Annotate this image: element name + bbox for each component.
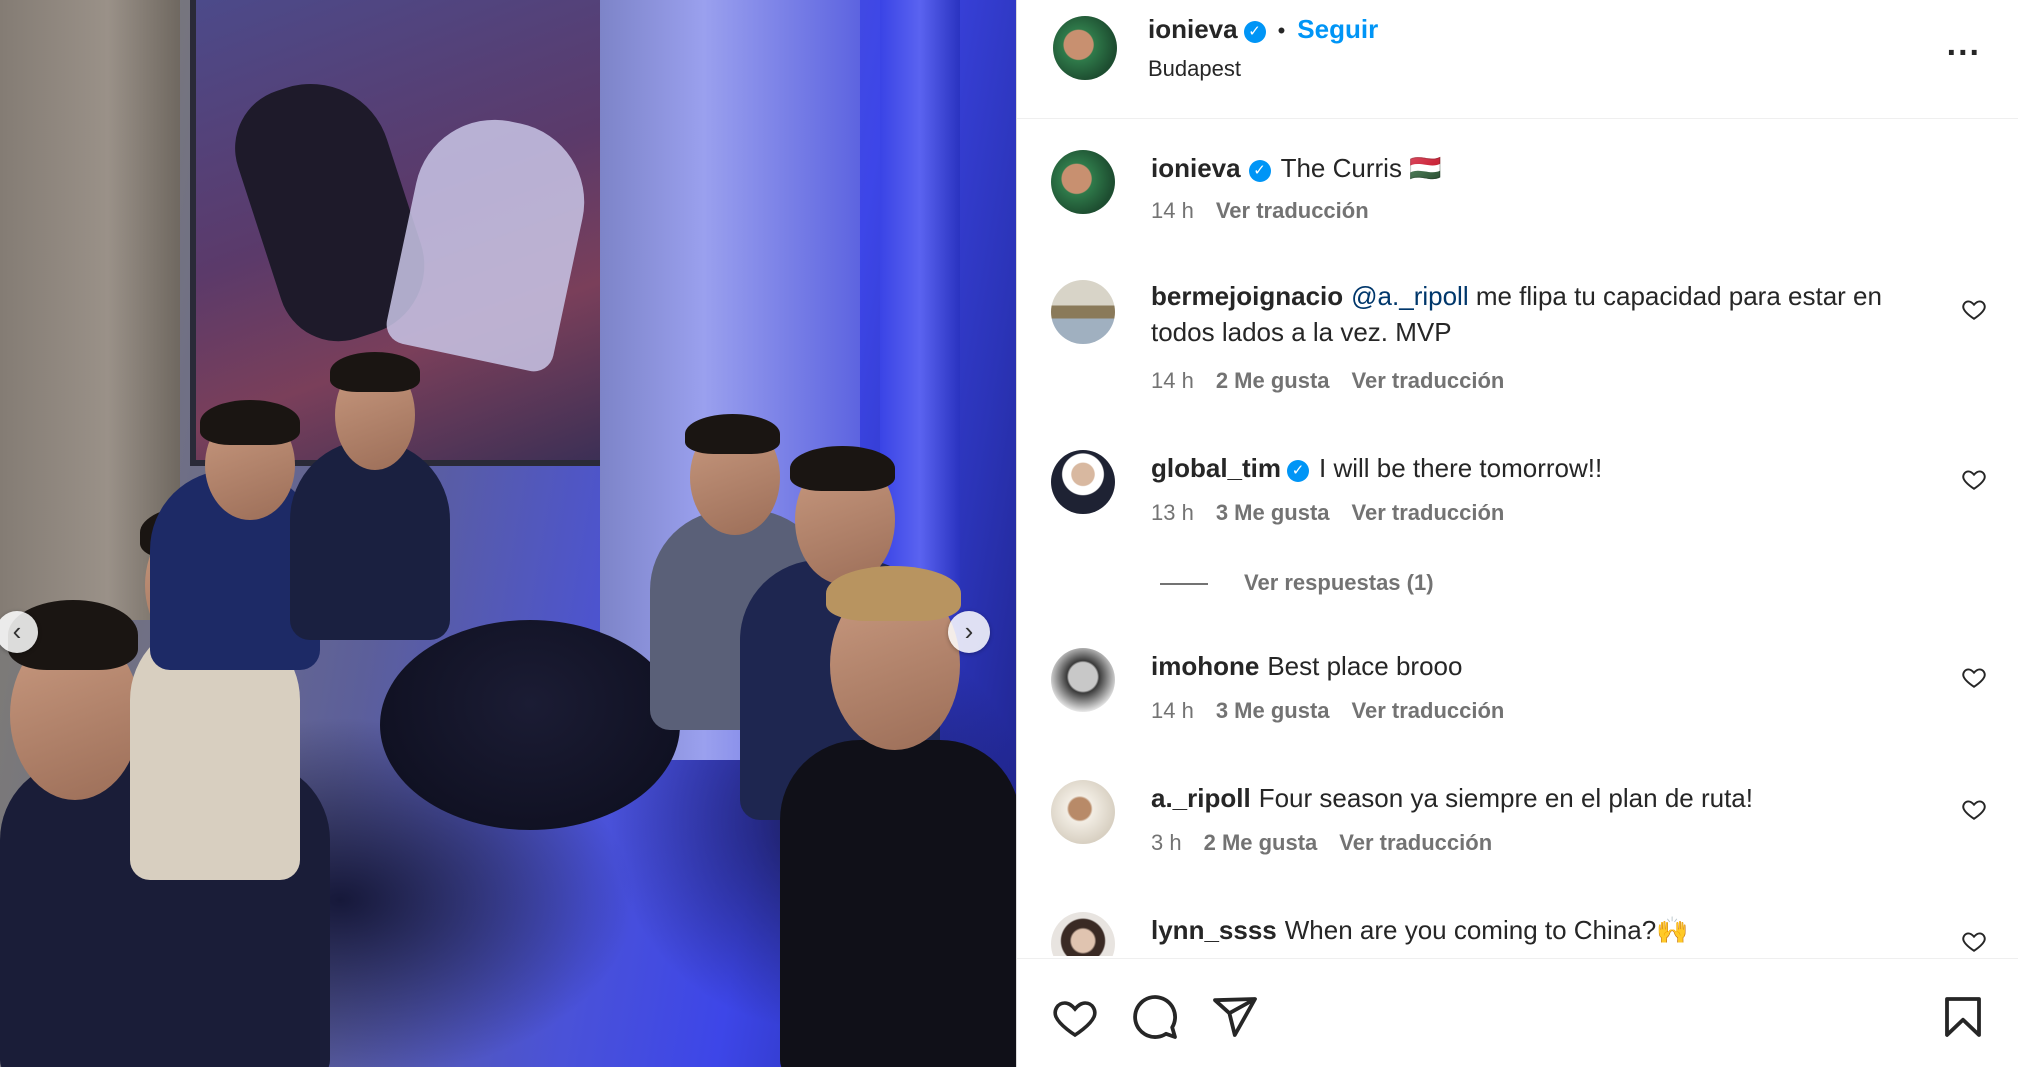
comment-text: Best place brooo: [1267, 651, 1463, 681]
next-photo-button[interactable]: ›: [948, 611, 990, 653]
comment-text-line: global_tim ✓ I will be there tomorrow!!: [1151, 450, 1941, 486]
photo-pillar: [880, 0, 960, 640]
verified-badge-icon: ✓: [1243, 21, 1266, 43]
verified-badge-icon: ✓: [1287, 460, 1310, 482]
comment-translate-button[interactable]: Ver traducción: [1352, 500, 1505, 525]
comment-like-icon[interactable]: [1961, 296, 1987, 322]
comment-like-icon[interactable]: [1961, 928, 1987, 954]
author-avatar[interactable]: [1053, 16, 1117, 80]
comment-icon[interactable]: [1131, 993, 1179, 1041]
comment-mention[interactable]: @a._ripoll: [1351, 281, 1468, 311]
comment-avatar[interactable]: [1051, 280, 1115, 344]
photo-hair: [200, 400, 300, 445]
comment-like-icon[interactable]: [1961, 466, 1987, 492]
bookmark-icon[interactable]: [1939, 993, 1987, 1041]
comment-meta: 13 h 3 Me gusta Ver traducción: [1151, 500, 1526, 526]
view-replies-label: Ver respuestas (1): [1244, 570, 1434, 595]
view-replies-button[interactable]: Ver respuestas (1): [1160, 570, 1434, 596]
comment-time: 14 h: [1151, 698, 1194, 723]
comment-likes[interactable]: 3 Me gusta: [1216, 500, 1330, 525]
comment-username[interactable]: global_tim: [1151, 453, 1281, 483]
comment-avatar[interactable]: [1051, 912, 1115, 956]
comment-time: 14 h: [1151, 368, 1194, 393]
photo-hair: [826, 566, 961, 621]
comment-meta: 14 h 2 Me gusta Ver traducción: [1151, 368, 1526, 394]
photo-person: [780, 740, 1016, 1067]
comment-time: 3 h: [1151, 830, 1182, 855]
comment-like-icon[interactable]: [1961, 664, 1987, 690]
comment-translate-button[interactable]: Ver traducción: [1339, 830, 1492, 855]
comment-username[interactable]: imohone: [1151, 651, 1259, 681]
comment-text-line: bermejoignacio @a._ripoll me flipa tu cap…: [1151, 278, 1941, 350]
separator-dot: •: [1277, 18, 1286, 43]
verified-badge-icon: ✓: [1248, 160, 1271, 182]
comment-text-line: imohone Best place brooo: [1151, 648, 1941, 684]
post-actions-bar: [1017, 958, 2018, 1068]
caption-time: 14 h: [1151, 198, 1194, 223]
photo-hair: [330, 352, 420, 392]
comment-like-icon[interactable]: [1961, 796, 1987, 822]
comment-meta: 3 h 2 Me gusta Ver traducción: [1151, 830, 1514, 856]
photo-hair: [685, 414, 780, 454]
send-icon[interactable]: [1211, 993, 1259, 1041]
comment-username[interactable]: bermejoignacio: [1151, 281, 1343, 311]
caption-meta: 14 h Ver traducción: [1151, 198, 1391, 224]
comment-likes[interactable]: 2 Me gusta: [1204, 830, 1318, 855]
comment-meta: 14 h 3 Me gusta Ver traducción: [1151, 698, 1526, 724]
poster-shape: [382, 104, 600, 376]
caption-avatar[interactable]: [1051, 150, 1115, 214]
comment-translate-button[interactable]: Ver traducción: [1352, 368, 1505, 393]
comment-text: When are you coming to China?🙌: [1284, 915, 1689, 945]
caption-translate-button[interactable]: Ver traducción: [1216, 198, 1369, 223]
comment-text: I will be there tomorrow!!: [1319, 453, 1603, 483]
comment-text-line: lynn_ssss When are you coming to China?🙌: [1151, 912, 1941, 948]
caption-text-line: ionieva ✓ The Curris 🇭🇺: [1151, 150, 1941, 186]
comment-username[interactable]: lynn_ssss: [1151, 915, 1277, 945]
comment-username[interactable]: a._ripoll: [1151, 783, 1251, 813]
author-line: ionieva ✓ • Seguir: [1148, 14, 1378, 45]
author-username[interactable]: ionieva: [1148, 14, 1238, 44]
caption-text: The Curris 🇭🇺: [1280, 153, 1442, 183]
comment-likes[interactable]: 3 Me gusta: [1216, 698, 1330, 723]
post-header: ionieva ✓ • Seguir Budapest ...: [1017, 0, 2018, 119]
more-options-icon[interactable]: ...: [1947, 26, 1981, 62]
post-panel: ionieva ✓ • Seguir Budapest ... ionieva ✓ The…: [1016, 0, 2018, 1067]
comment-likes[interactable]: 2 Me gusta: [1216, 368, 1330, 393]
comments-list[interactable]: ionieva ✓ The Curris 🇭🇺 14 h Ver traducción…: [1017, 118, 2018, 956]
comment-text-line: a._ripoll Four season ya siempre en el pl…: [1151, 780, 1941, 816]
photo-hair: [790, 446, 895, 491]
comment-avatar[interactable]: [1051, 648, 1115, 712]
comment-text: Four season ya siempre en el plan de rut…: [1258, 783, 1753, 813]
caption-username[interactable]: ionieva: [1151, 153, 1241, 183]
comment-translate-button[interactable]: Ver traducción: [1352, 698, 1505, 723]
comment-avatar[interactable]: [1051, 450, 1115, 514]
replies-divider: [1160, 583, 1208, 586]
comment-avatar[interactable]: [1051, 780, 1115, 844]
follow-button[interactable]: Seguir: [1297, 14, 1378, 44]
post-photo: ‹ ›: [0, 0, 1016, 1067]
heart-icon[interactable]: [1051, 993, 1099, 1041]
post-location[interactable]: Budapest: [1148, 56, 1241, 82]
comment-time: 13 h: [1151, 500, 1194, 525]
photo-table: [380, 620, 680, 830]
photo-person: [290, 440, 450, 640]
